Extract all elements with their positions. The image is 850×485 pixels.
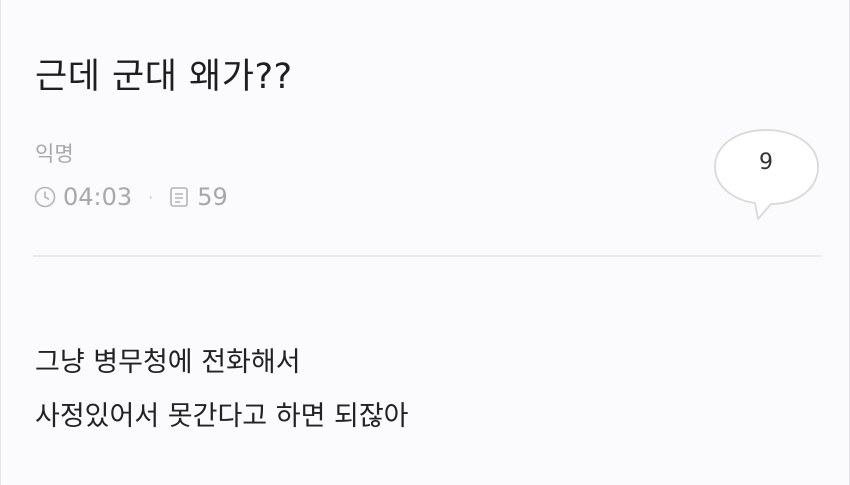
post-meta: 04:03 · 59 bbox=[33, 180, 228, 214]
post-body-line: 사정있어서 못간다고 하면 되잖아 bbox=[35, 401, 409, 432]
post-body: 그냥 병무청에 전화해서 사정있어서 못간다고 하면 되잖아 bbox=[35, 336, 409, 444]
comment-count-button[interactable]: 9 bbox=[713, 126, 823, 222]
clock-icon bbox=[33, 185, 57, 209]
post-title: 근데 군대 왜가?? bbox=[35, 57, 293, 97]
author-name[interactable]: 익명 bbox=[35, 138, 74, 168]
view-count: 59 bbox=[197, 183, 228, 211]
post-card: 근데 군대 왜가?? 익명 04:03 · 59 9 그냥 병무청에 전화해서 … bbox=[0, 0, 850, 485]
document-icon bbox=[167, 185, 191, 209]
post-time: 04:03 bbox=[63, 183, 133, 211]
post-body-line: 그냥 병무청에 전화해서 bbox=[35, 347, 301, 378]
comment-count: 9 bbox=[759, 150, 773, 175]
meta-separator: · bbox=[148, 187, 154, 207]
divider bbox=[33, 255, 821, 257]
